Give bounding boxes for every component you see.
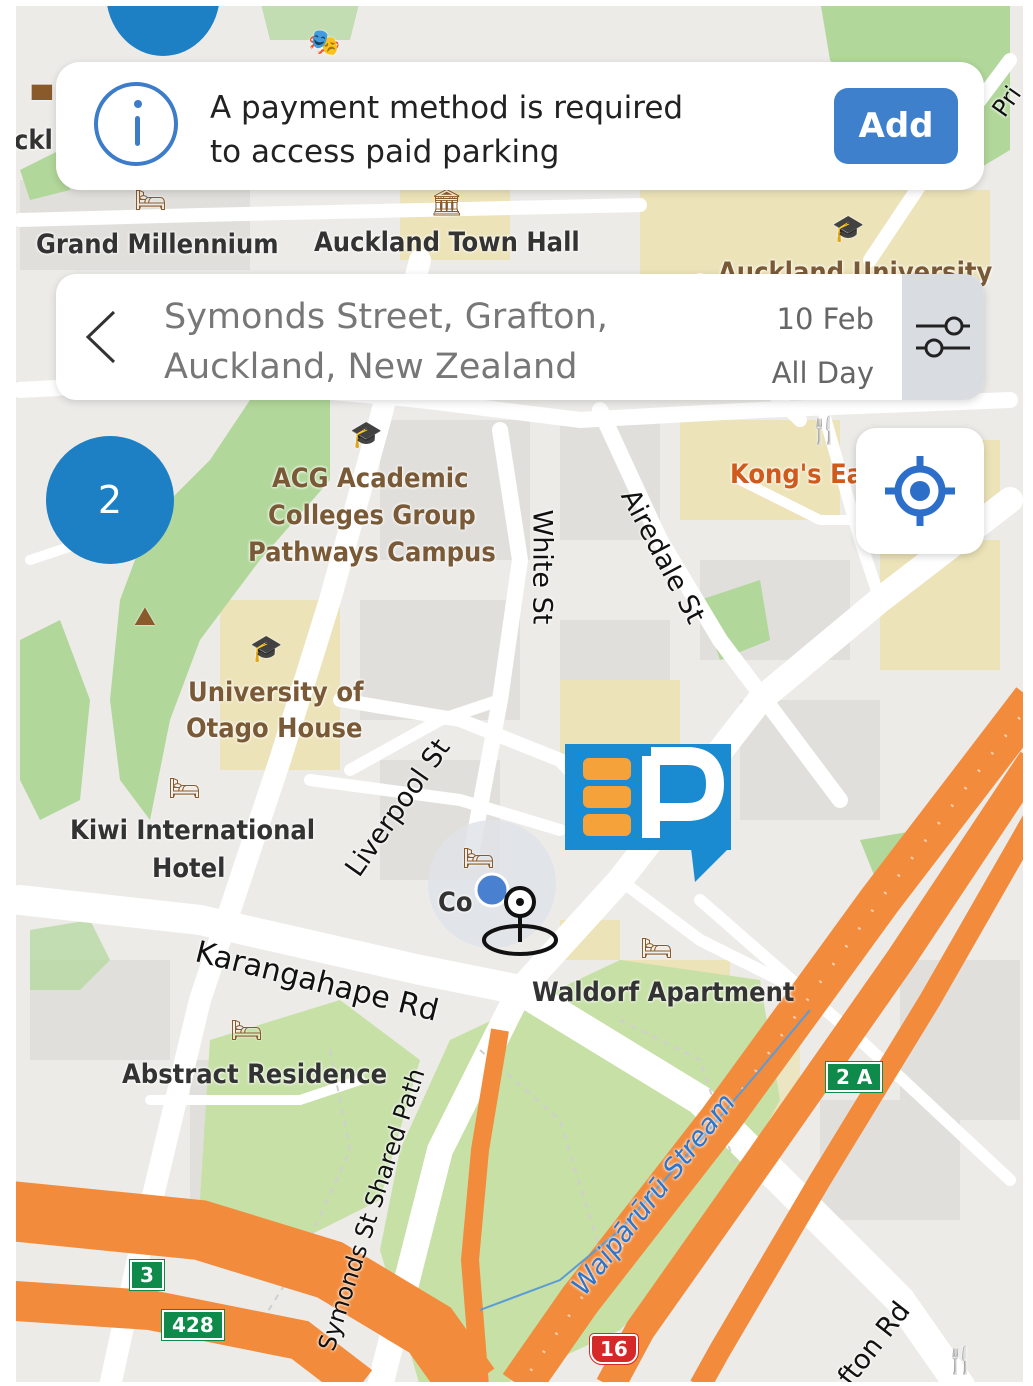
route-shield-428: 428 <box>161 1309 225 1341</box>
parking-marker-icon[interactable] <box>565 744 731 882</box>
map-label-co: Co <box>438 887 473 918</box>
map-label-acg-3: Pathways Campus <box>248 537 496 568</box>
frame-left <box>0 0 16 1386</box>
frame-right <box>1023 0 1033 1386</box>
map-label-kiwi-1: Kiwi International <box>70 815 316 846</box>
map-label-acg-1: ACG Academic <box>272 463 469 494</box>
frame-bottom <box>0 1382 1033 1386</box>
banner-message-line2: to access paid parking <box>210 134 560 170</box>
search-address[interactable]: Symonds Street, Grafton, Auckland, New Z… <box>164 292 608 392</box>
theatre-icon: 🎭 <box>308 28 341 58</box>
hotel-icon: 🛏 <box>168 774 202 804</box>
sliders-icon <box>916 316 970 358</box>
add-payment-button[interactable]: Add <box>834 88 958 164</box>
map-label-grand-millennium: Grand Millennium <box>36 229 279 260</box>
search-date: 10 Feb <box>776 302 874 336</box>
museum-icon: 🏛 <box>430 188 464 218</box>
street-white-st: White St <box>526 509 558 625</box>
map-label-otago-2: Otago House <box>186 713 363 744</box>
map-label-town-hall: Auckland Town Hall <box>314 227 580 258</box>
address-line2: Auckland, New Zealand <box>164 347 578 387</box>
hotel-icon: 🛏 <box>640 934 674 964</box>
map-label-waldorf: Waldorf Apartment <box>532 977 795 1008</box>
back-arrow-icon[interactable] <box>76 308 134 366</box>
locate-me-button[interactable] <box>856 428 984 554</box>
restaurant-icon: 🍴 <box>808 416 841 446</box>
filter-button[interactable] <box>902 274 984 400</box>
banner-message: A payment method is required to access p… <box>210 86 683 174</box>
map-label-acg-2: Colleges Group <box>268 500 476 531</box>
frame-top <box>0 0 1033 6</box>
map-label-otago-1: University of <box>188 677 364 708</box>
map-cluster[interactable]: 2 <box>46 436 174 564</box>
search-duration: All Day <box>771 356 874 390</box>
map-label-ckl: ckl <box>14 125 53 156</box>
crosshair-icon <box>885 456 955 526</box>
hotel-icon: 🛏 <box>462 844 496 874</box>
route-shield-16: 16 <box>589 1333 639 1365</box>
hotel-icon: 🛏 <box>230 1016 264 1046</box>
map-label-kongs: Kong's Ea <box>730 459 864 490</box>
app-root: ckl Grand Millennium Auckland Town Hall … <box>0 0 1033 1386</box>
payment-required-banner: A payment method is required to access p… <box>56 62 984 190</box>
hotel-icon: ▀ <box>32 86 52 116</box>
banner-message-line1: A payment method is required <box>210 90 684 126</box>
cluster-count: 2 <box>97 478 123 522</box>
volcano-icon: ⛰ <box>134 602 156 632</box>
hotel-icon: 🛏 <box>134 186 168 216</box>
info-icon <box>94 82 178 166</box>
map-label-kiwi-2: Hotel <box>152 853 226 884</box>
school-icon: 🎓 <box>250 634 283 664</box>
school-icon: 🎓 <box>350 420 383 450</box>
destination-pin-icon <box>482 886 558 956</box>
route-shield-2a: 2 A <box>824 1061 884 1093</box>
search-date-range[interactable]: 10 Feb All Day <box>772 292 874 400</box>
restaurant-icon: 🍴 <box>944 1346 977 1376</box>
route-shield-3: 3 <box>129 1259 165 1291</box>
map-label-abstract: Abstract Residence <box>122 1059 388 1090</box>
search-bar[interactable]: Symonds Street, Grafton, Auckland, New Z… <box>56 274 984 400</box>
address-line1: Symonds Street, Grafton, <box>164 297 608 337</box>
school-icon: 🎓 <box>832 214 865 244</box>
